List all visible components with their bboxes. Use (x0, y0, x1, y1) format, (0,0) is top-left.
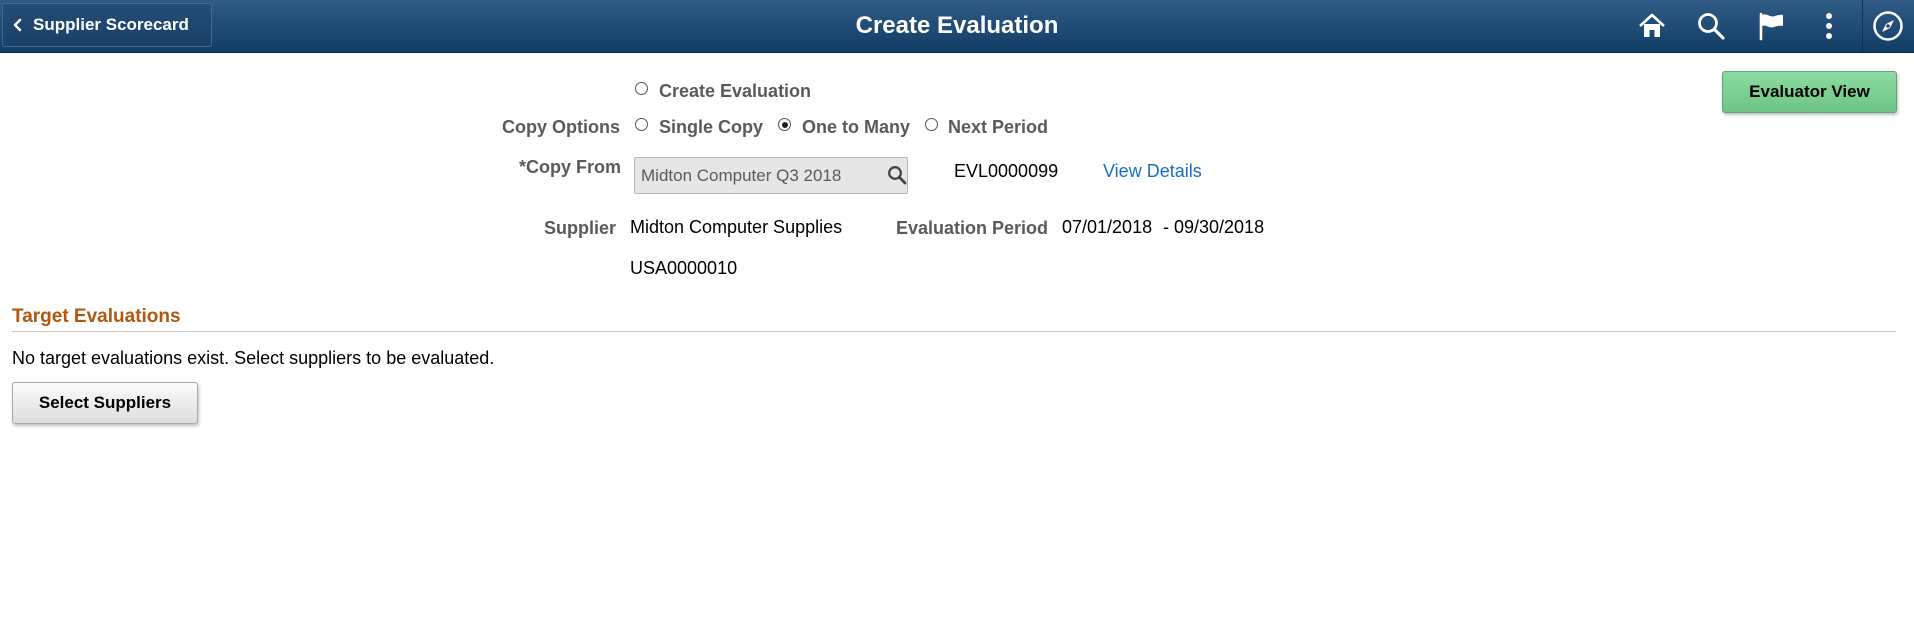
page-title: Create Evaluation (855, 12, 1059, 39)
chevron-left-icon (3, 18, 33, 32)
lookup-search-icon[interactable] (886, 164, 908, 186)
compass-icon[interactable] (1870, 8, 1906, 44)
header-banner: Supplier Scorecard Create Evaluation (0, 0, 1914, 53)
next-period-label[interactable]: Next Period (948, 117, 1048, 138)
evaluation-id: EVL0000099 (954, 161, 1059, 181)
home-icon[interactable] (1634, 8, 1670, 44)
empty-message: No target evaluations exist. Select supp… (12, 348, 495, 368)
header-divider (1862, 0, 1863, 52)
next-period-radio[interactable] (925, 118, 938, 131)
target-evaluations-title: Target Evaluations (12, 306, 181, 327)
one-to-many-label[interactable]: One to Many (802, 117, 910, 138)
supplier-label: Supplier (543, 218, 616, 238)
one-to-many-radio[interactable] (778, 118, 791, 131)
period-start: 07/01/2018 (1062, 217, 1153, 237)
period-end: - 09/30/2018 (1163, 217, 1265, 237)
view-details-link[interactable]: View Details (1103, 161, 1202, 182)
supplier-name: Midton Computer Supplies (630, 217, 843, 237)
select-suppliers-button[interactable]: Select Suppliers (12, 382, 198, 424)
more-vertical-icon[interactable] (1811, 8, 1847, 44)
single-copy-label[interactable]: Single Copy (659, 117, 763, 138)
search-icon[interactable] (1693, 8, 1729, 44)
back-button-label: Supplier Scorecard (33, 15, 189, 34)
create-evaluation-label[interactable]: Create Evaluation (659, 81, 811, 102)
flag-icon[interactable] (1753, 8, 1789, 44)
create-evaluation-radio[interactable] (635, 82, 648, 95)
evaluation-period-label: Evaluation Period (895, 218, 1048, 238)
supplier-id: USA0000010 (630, 258, 738, 278)
copy-from-label: *Copy From (518, 157, 621, 177)
single-copy-radio[interactable] (635, 118, 648, 131)
section-divider (12, 331, 1896, 332)
back-button[interactable]: Supplier Scorecard (2, 3, 212, 47)
copy-options-label: Copy Options (502, 117, 620, 137)
evaluator-view-button[interactable]: Evaluator View (1722, 71, 1897, 113)
copy-from-field[interactable]: Midton Computer Q3 2018 (634, 157, 908, 194)
